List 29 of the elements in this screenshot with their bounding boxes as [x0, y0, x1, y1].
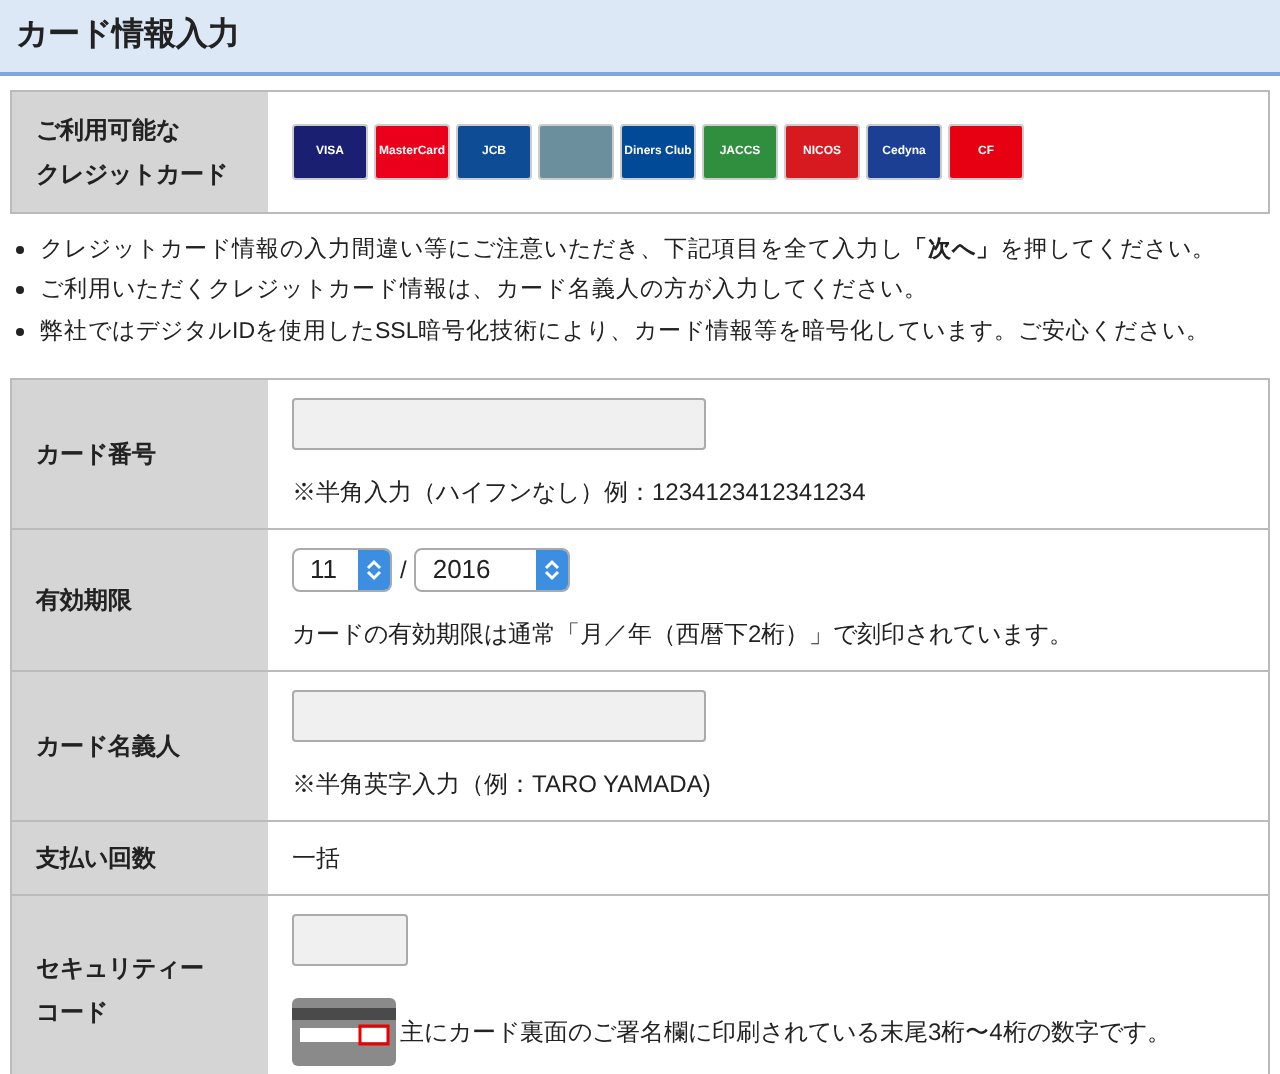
label-text: 有効期限 — [36, 583, 134, 618]
label-text: コード — [36, 995, 110, 1030]
card-back-icon — [292, 997, 396, 1066]
label-text: カード名義人 — [36, 729, 182, 764]
hint-text: カードの有効期限は通常「月／年（西暦下2桁）」で刻印されています。 — [292, 617, 1074, 652]
hint-text: ※半角英字入力（例：TARO YAMADA) — [292, 767, 711, 802]
text-input[interactable] — [292, 689, 706, 742]
label-text: ご利用可能な — [36, 114, 182, 148]
text-input[interactable] — [292, 397, 706, 450]
dropdown[interactable]: 11 — [292, 547, 392, 592]
bullet-icon — [16, 327, 24, 335]
page-title: カード情報入力 — [16, 14, 240, 56]
label-text: クレジットカード — [36, 158, 230, 192]
dropdown[interactable]: 2016 — [414, 547, 571, 592]
note-text: 弊社ではデジタルIDを使用したSSL暗号化技術により、カード情報等を暗号化しています。ご安心ください。 — [40, 316, 1211, 347]
label-text: セキュリティー — [36, 951, 206, 986]
label-text: カード番号 — [36, 437, 158, 472]
bullet-icon — [16, 246, 24, 254]
hint-text: 主にカード裏面のご署名欄に印刷されている末尾3桁〜4桁の数字です。 — [400, 1015, 1171, 1050]
note-text: クレジットカード情報の入力間違い等にご注意いただき、下記項目を全て入力し「次へ」を押してください。 — [40, 234, 1216, 266]
separator-text: / — [400, 553, 407, 588]
note-text: ご利用いただくクレジットカード情報は、カード名義人の方が入力してください。 — [40, 274, 928, 307]
stepper-icon — [366, 557, 382, 582]
stepper-icon — [544, 557, 561, 582]
value-text: 一括 — [292, 841, 340, 876]
hint-text: ※半角入力（ハイフンなし）例：1234123412341234 — [292, 475, 866, 510]
bullet-icon — [16, 286, 24, 295]
text-input[interactable] — [292, 913, 408, 966]
label-text: 支払い回数 — [36, 841, 158, 876]
